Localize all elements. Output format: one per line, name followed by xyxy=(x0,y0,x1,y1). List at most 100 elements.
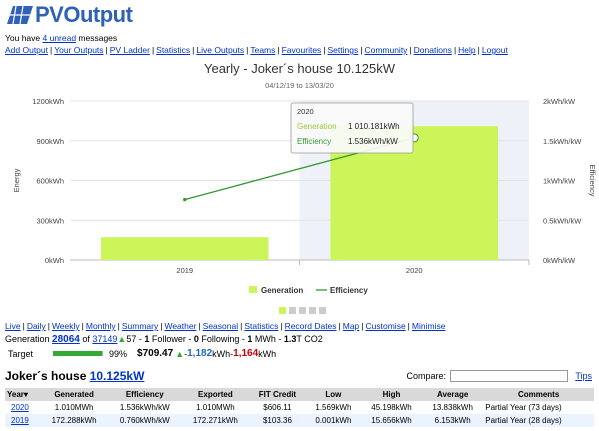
view-separator: | xyxy=(338,321,341,331)
cell-exported: 172.271kWh xyxy=(181,414,250,427)
nav-link-settings[interactable]: Settings xyxy=(328,45,359,55)
nav-link-help[interactable]: Help xyxy=(458,45,475,55)
cell-high: 45.198kWh xyxy=(360,401,423,414)
following-label: Following - xyxy=(198,334,248,344)
nav-link-live-outputs[interactable]: Live Outputs xyxy=(196,45,244,55)
cell-average: 6.153kWh xyxy=(422,414,484,427)
target-progress-bar xyxy=(53,351,104,356)
compare-input[interactable] xyxy=(450,370,568,382)
nav-link-community[interactable]: Community xyxy=(364,45,407,55)
nav-separator: | xyxy=(453,45,457,55)
gen-rank-link[interactable]: 28064 xyxy=(52,334,80,345)
target-value: $709.47 xyxy=(137,348,174,359)
year-link[interactable]: 2020 xyxy=(11,403,29,412)
target-summary: Target 99% $709.47 ▲ - 1,182 kWh - 1,164 k… xyxy=(8,348,276,359)
view-link-statistics[interactable]: Statistics xyxy=(244,321,278,331)
column-header-average: Average xyxy=(422,388,484,401)
view-separator: | xyxy=(160,321,163,331)
cell-fit-credit: $103.36 xyxy=(249,414,306,427)
right-tick-label: 1kWh/kW xyxy=(543,177,576,186)
co2-label: T CO2 xyxy=(296,334,323,344)
pvoutput-logo[interactable]: PVOutput xyxy=(5,3,133,27)
target-up-icon: ▲ xyxy=(175,348,185,359)
nav-link-donations[interactable]: Donations xyxy=(414,45,452,55)
nav-separator: | xyxy=(246,45,249,55)
bar-generation-2019[interactable] xyxy=(100,237,269,260)
rank-up-icon: ▲ xyxy=(117,334,127,344)
nav-separator: | xyxy=(323,45,326,55)
chart-pager xyxy=(279,307,326,314)
rank-up-count: 57 xyxy=(126,334,137,344)
table-row: 2019 172.288kWh 0.760kWh/kW 172.271kWh $103.… xyxy=(5,414,594,427)
legend-generation-label: Generation xyxy=(261,286,303,295)
pager-dot[interactable] xyxy=(309,307,316,314)
cell-generated: 1.010MWh xyxy=(40,401,108,414)
pager-dot[interactable] xyxy=(319,307,326,314)
view-link-monthly[interactable]: Monthly xyxy=(86,321,116,331)
table-row: 2020 1.010MWh 1.536kWh/kW 1.010MWh $606.11 1.… xyxy=(5,401,594,414)
left-tick-label: 0kWh xyxy=(45,256,64,265)
messages-notice: You have 4 unread messages xyxy=(5,33,117,43)
column-header-year[interactable]: Year▾ xyxy=(5,388,41,401)
x-tick-label: 2020 xyxy=(406,266,423,275)
cell-exported: 1.010MWh xyxy=(181,401,250,414)
right-axis-title: Efficiency xyxy=(588,165,597,197)
tooltip-efficiency-value: 1.536kWh/kW xyxy=(348,137,398,146)
main-nav: Add Output | Your Outputs | PV Ladder | Statis… xyxy=(5,45,508,55)
nav-separator: | xyxy=(50,45,53,55)
cell-average: 13.838kWh xyxy=(422,401,484,414)
efficiency-point-2019[interactable] xyxy=(183,197,187,202)
view-link-weekly[interactable]: Weekly xyxy=(52,321,80,331)
cell-low: 0.001kWh xyxy=(305,414,361,427)
x-tick-label: 2019 xyxy=(176,266,193,275)
nav-link-add-output[interactable]: Add Output xyxy=(5,45,48,55)
nav-link-logout[interactable]: Logout xyxy=(482,45,508,55)
mwh-label: MWh - xyxy=(252,334,284,344)
cell-efficiency: 1.536kWh/kW xyxy=(107,401,182,414)
yearly-stats-table: Year▾ Generated Efficiency Exported FIT Cred… xyxy=(5,388,594,427)
view-link-weather[interactable]: Weather xyxy=(164,321,196,331)
tooltip-generation-value: 1 010.181kWh xyxy=(348,122,400,131)
right-tick-label: 2kWh/kW xyxy=(543,97,576,106)
cell-year[interactable]: 2020 xyxy=(5,401,41,414)
view-link-seasonal[interactable]: Seasonal xyxy=(203,321,238,331)
nav-link-pv-ladder[interactable]: PV Ladder xyxy=(110,45,150,55)
view-link-live[interactable]: Live xyxy=(5,321,21,331)
column-header-low: Low xyxy=(305,388,361,401)
cell-high: 15.656kWh xyxy=(360,414,423,427)
nav-link-favourites[interactable]: Favourites xyxy=(282,45,322,55)
view-link-record-dates[interactable]: Record Dates xyxy=(285,321,337,331)
generation-summary: Generation 28064 of 37149▲57 - 1 Followe… xyxy=(5,334,323,345)
view-link-map[interactable]: Map xyxy=(343,321,360,331)
view-link-minimise[interactable]: Minimise xyxy=(412,321,446,331)
gen-total-link[interactable]: 37149 xyxy=(92,334,117,344)
view-link-customise[interactable]: Customise xyxy=(366,321,406,331)
view-link-summary[interactable]: Summary xyxy=(122,321,158,331)
nav-separator: | xyxy=(360,45,363,55)
legend-generation-swatch xyxy=(249,286,257,293)
view-separator: | xyxy=(361,321,364,331)
pager-dot[interactable] xyxy=(279,307,286,314)
pager-dot[interactable] xyxy=(289,307,296,314)
pager-dot[interactable] xyxy=(299,307,306,314)
nav-link-statistics[interactable]: Statistics xyxy=(156,45,190,55)
tooltip-generation-label: Generation xyxy=(297,122,337,131)
nav-link-teams[interactable]: Teams xyxy=(250,45,275,55)
view-link-daily[interactable]: Daily xyxy=(27,321,46,331)
left-tick-label: 600kWh xyxy=(36,177,64,186)
cell-low: 1.569kWh xyxy=(305,401,361,414)
column-header-exported: Exported xyxy=(181,388,250,401)
unread-messages-link[interactable]: 4 unread xyxy=(43,33,77,43)
year-link[interactable]: 2019 xyxy=(11,416,29,425)
system-title: Joker´s house 10.125kW xyxy=(5,369,145,383)
tooltip-efficiency-label: Efficiency xyxy=(297,137,331,146)
tips-link[interactable]: Tips xyxy=(575,371,592,381)
system-size-link[interactable]: 10.125kW xyxy=(90,369,145,383)
table-header-row: Year▾ Generated Efficiency Exported FIT Cred… xyxy=(5,388,594,401)
nav-separator: | xyxy=(192,45,195,55)
cell-fit-credit: $606.11 xyxy=(249,401,306,414)
column-header-high: High xyxy=(360,388,423,401)
cell-year[interactable]: 2019 xyxy=(5,414,41,427)
nav-link-your-outputs[interactable]: Your Outputs xyxy=(54,45,103,55)
legend-efficiency-label: Efficiency xyxy=(330,286,368,295)
